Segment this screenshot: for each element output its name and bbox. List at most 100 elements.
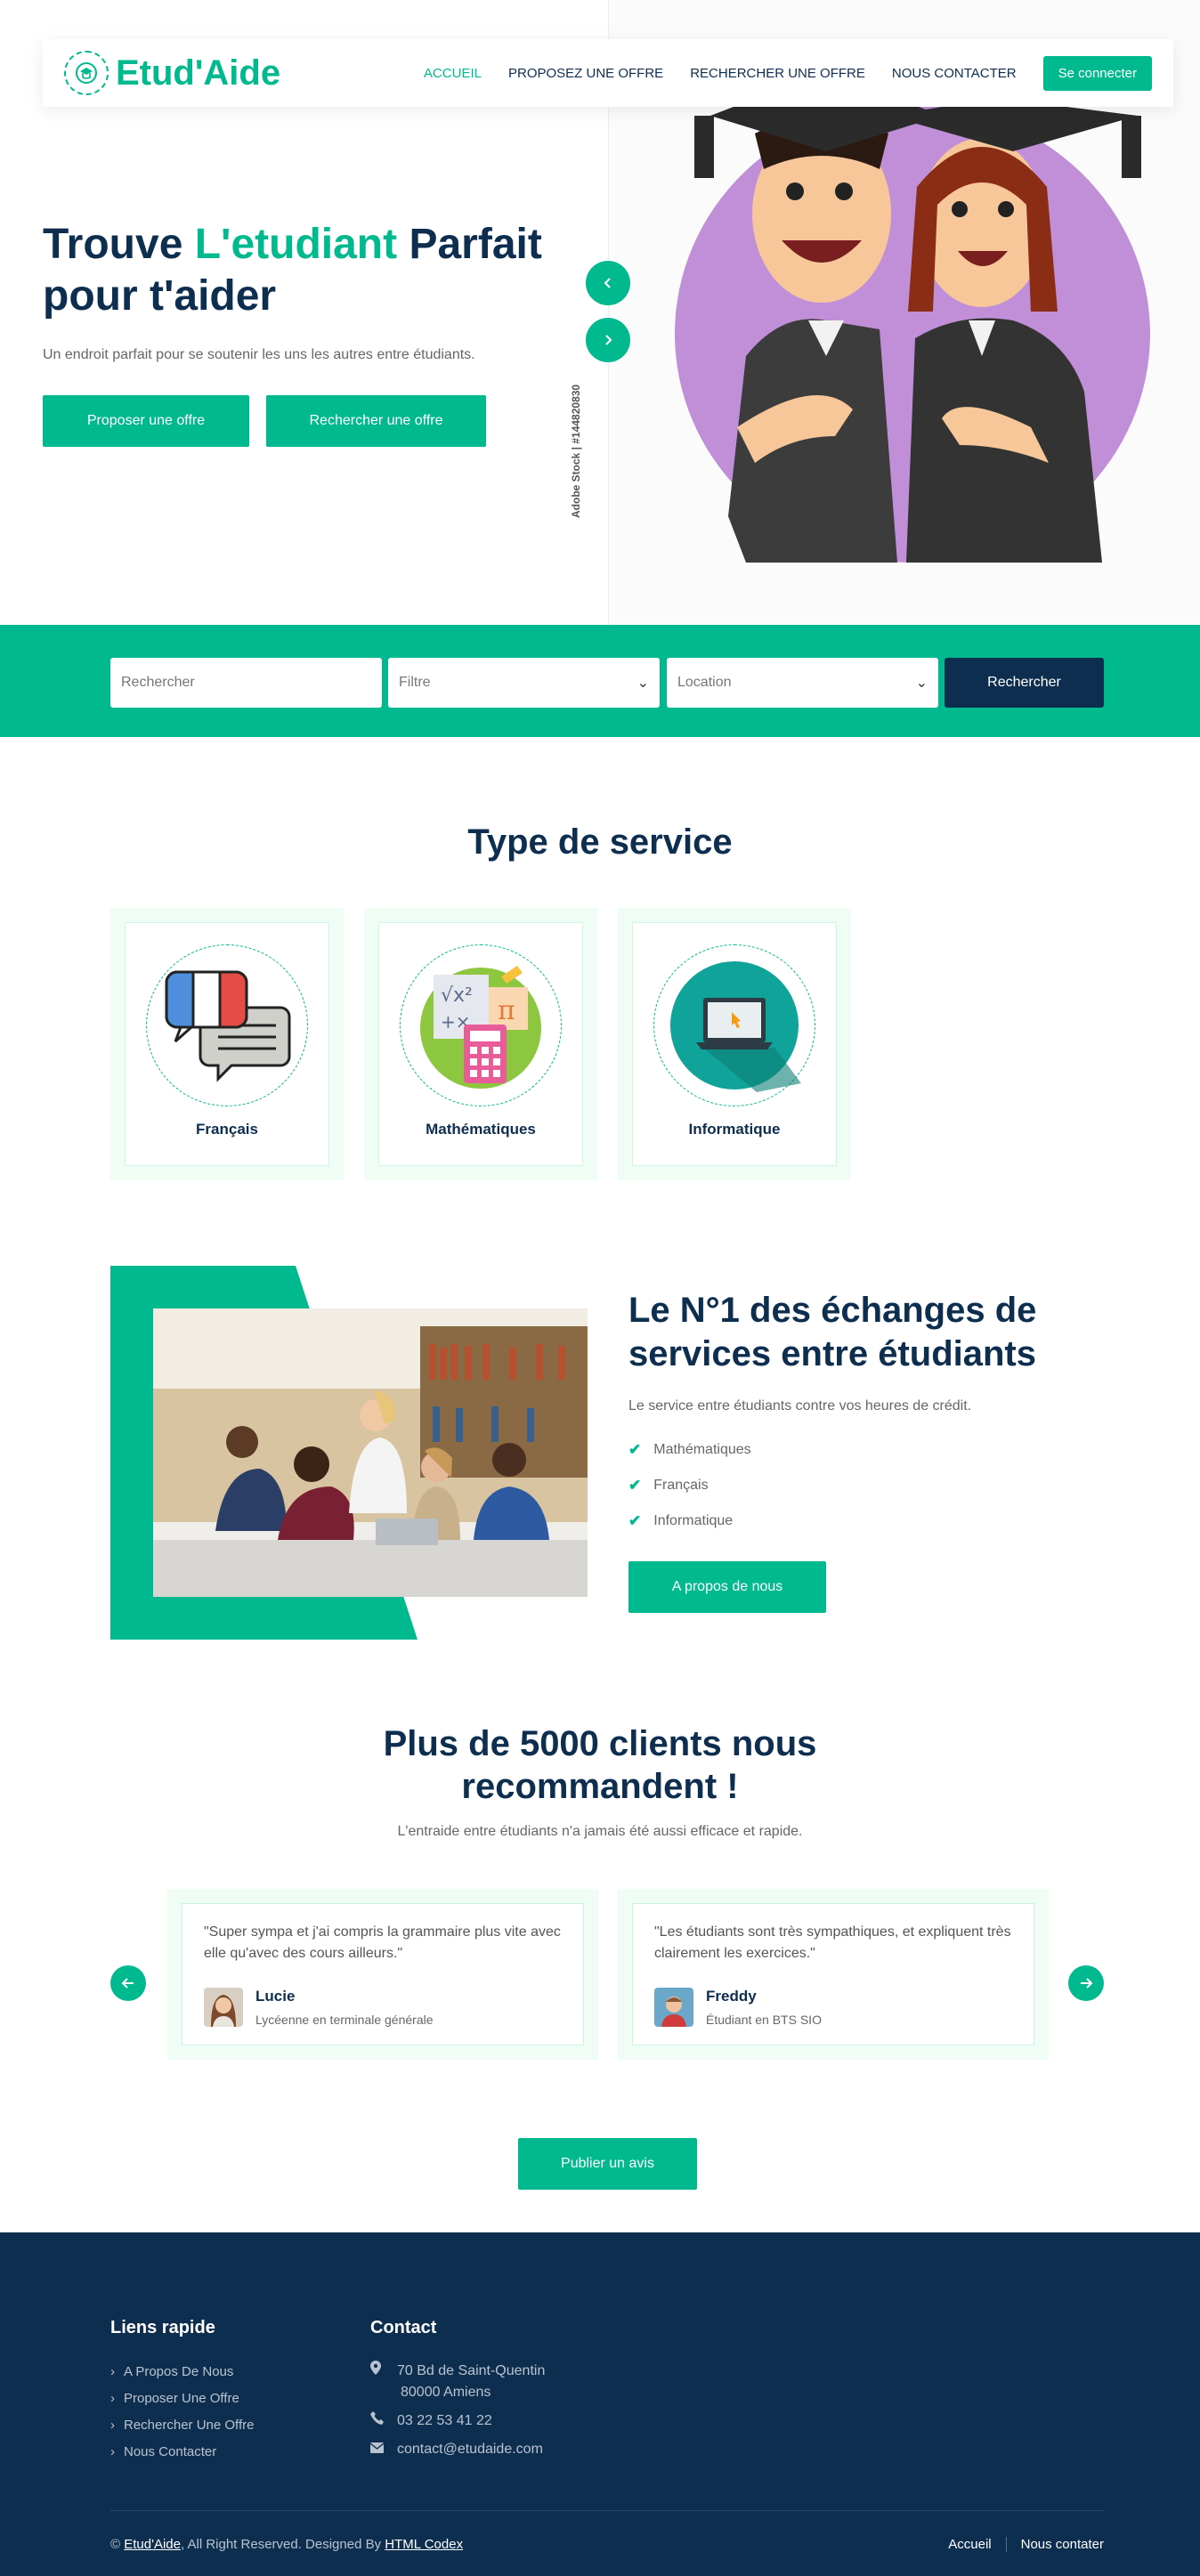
checklist-label: Français xyxy=(653,1478,709,1493)
testimonial-role: Étudiant en BTS SIO xyxy=(706,2013,822,2027)
chevron-down-icon: ⌄ xyxy=(915,676,928,691)
checklist-item: ✔ Informatique xyxy=(628,1512,733,1530)
footer-bottom-links: Accueil Nous contater xyxy=(934,2537,1104,2552)
footer-link-label: Proposer Une Offre xyxy=(124,2391,239,2406)
footer-link-about[interactable]: › A Propos De Nous xyxy=(110,2364,233,2379)
testimonial-role: Lycéenne en terminale générale xyxy=(255,2013,434,2027)
footer-divider xyxy=(110,2510,1104,2511)
chevron-down-icon: ⌄ xyxy=(636,676,649,691)
chevron-left-icon xyxy=(604,278,611,288)
chevron-right-icon xyxy=(605,335,612,345)
about-subtitle: Le service entre étudiants contre vos he… xyxy=(628,1398,972,1414)
testimonial-quote: "Les étudiants sont très sympathiques, e… xyxy=(654,1924,1011,1961)
svg-text:π: π xyxy=(498,995,515,1026)
testimonials-title-text: Plus de 5000 clients nous recommandent ! xyxy=(383,1724,817,1806)
footer-address-line2: 80000 Amiens xyxy=(401,2385,491,2400)
nav-links: ACCUEIL PROPOSEZ UNE OFFRE RECHERCHER UN… xyxy=(424,55,1152,91)
footer-link-search[interactable]: › Rechercher Une Offre xyxy=(110,2418,254,2433)
nav-link-contact[interactable]: NOUS CONTACTER xyxy=(892,66,1017,81)
testimonial-name: Freddy xyxy=(706,1988,757,2005)
carousel-next-button[interactable] xyxy=(586,318,630,362)
service-label: Informatique xyxy=(688,1121,781,1138)
chevron-right-icon: › xyxy=(110,2364,115,2379)
testimonial-card-inner: "Super sympa et j'ai compris la grammair… xyxy=(182,1903,584,2045)
service-card-inner: Informatique xyxy=(632,922,837,1166)
service-card-francais[interactable]: Français xyxy=(110,908,344,1180)
service-icon-ring xyxy=(146,944,308,1106)
arrow-left-icon xyxy=(121,1978,134,1989)
logo-text: Etud'Aide xyxy=(116,53,281,93)
students-photo xyxy=(153,1308,588,1597)
hero-subtitle: Un endroit parfait pour se soutenir les … xyxy=(43,347,475,362)
service-icon-ring: √x² +× π xyxy=(400,944,562,1106)
image-credit: Adobe Stock | #144820830 xyxy=(570,384,582,518)
hero-title-highlight: L'etudiant xyxy=(194,221,398,268)
carousel-prev-button[interactable] xyxy=(586,261,630,305)
about-title: Le N°1 des échanges de services entre ét… xyxy=(628,1291,1037,1373)
copyright: © Etud'Aide, All Right Reserved. Designe… xyxy=(110,2537,463,2552)
footer-bottom-link-contact[interactable]: Nous contater xyxy=(1005,2537,1104,2552)
testimonial-author: Lucie Lycéenne en terminale générale xyxy=(204,1988,434,2027)
testimonial-card: "Les étudiants sont très sympathiques, e… xyxy=(618,1889,1049,2060)
footer-contact-title: Contact xyxy=(370,2318,437,2337)
footer: Liens rapide › A Propos De Nous › Proposer… xyxy=(0,2232,1200,2576)
footer-link-propose[interactable]: › Proposer Une Offre xyxy=(110,2391,239,2406)
service-card-inner: Français xyxy=(125,922,329,1166)
check-icon: ✔ xyxy=(628,1477,642,1494)
chevron-right-icon: › xyxy=(110,2391,115,2406)
propose-offer-button[interactable]: Proposer une offre xyxy=(43,395,249,447)
testimonials-title: Plus de 5000 clients nous recommandent ! xyxy=(0,1722,1200,1808)
check-icon: ✔ xyxy=(628,1441,642,1458)
login-button[interactable]: Se connecter xyxy=(1042,55,1152,91)
nav-link-rechercher-offre[interactable]: RECHERCHER UNE OFFRE xyxy=(690,66,865,81)
about-us-button[interactable]: A propos de nous xyxy=(628,1561,826,1613)
checklist-label: Informatique xyxy=(653,1513,734,1528)
service-icon-ring xyxy=(653,944,815,1106)
service-card-informatique[interactable]: Informatique xyxy=(618,908,851,1180)
footer-link-label: Nous Contacter xyxy=(124,2444,217,2459)
envelope-icon xyxy=(369,2439,385,2460)
copyright-text: , All Right Reserved. Designed By xyxy=(180,2537,385,2552)
copyright-prefix: © xyxy=(110,2537,125,2552)
testimonial-card-inner: "Les étudiants sont très sympathiques, e… xyxy=(632,1903,1034,2045)
testimonials-subtitle: L'entraide entre étudiants n'a jamais ét… xyxy=(397,1824,803,1839)
nav-link-accueil[interactable]: ACCUEIL xyxy=(424,66,482,81)
footer-link-label: A Propos De Nous xyxy=(124,2364,234,2379)
avatar xyxy=(654,1988,693,2027)
hero-section: Adobe Stock | #144820830 Etud'Aide ACCUE… xyxy=(0,0,1200,625)
service-card-mathematiques[interactable]: √x² +× π Mathématiques xyxy=(364,908,597,1180)
publish-review-button[interactable]: Publier un avis xyxy=(518,2138,697,2190)
designer-link[interactable]: HTML Codex xyxy=(385,2537,463,2552)
footer-address: 70 Bd de Saint-Quentin 80000 Amiens xyxy=(370,2361,545,2403)
footer-link-label: Rechercher Une Offre xyxy=(124,2418,255,2433)
copyright-brand-link[interactable]: Etud'Aide xyxy=(124,2537,181,2552)
logo[interactable]: Etud'Aide xyxy=(64,51,280,95)
testimonial-next-button[interactable] xyxy=(1068,1965,1104,2001)
testimonial-prev-button[interactable] xyxy=(110,1965,146,2001)
nav-link-proposez-offre[interactable]: PROPOSEZ UNE OFFRE xyxy=(508,66,663,81)
service-label: Mathématiques xyxy=(426,1121,536,1138)
service-card-inner: √x² +× π Mathématiques xyxy=(378,922,583,1166)
search-offer-button[interactable]: Rechercher une offre xyxy=(266,395,486,447)
footer-link-contact[interactable]: › Nous Contacter xyxy=(110,2444,216,2459)
service-label: Français xyxy=(196,1121,258,1138)
checklist-label: Mathématiques xyxy=(653,1442,751,1457)
check-icon: ✔ xyxy=(628,1512,642,1529)
laptop-icon xyxy=(670,961,801,1092)
speech-bubbles-french-flag-icon xyxy=(165,970,291,1082)
filter-select[interactable]: Filtre ⌄ xyxy=(388,658,660,708)
footer-address-line1: 70 Bd de Saint-Quentin xyxy=(397,2363,546,2378)
search-input[interactable] xyxy=(110,658,382,708)
location-select-value: Location xyxy=(677,675,732,690)
testimonial-author: Freddy Étudiant en BTS SIO xyxy=(654,1988,822,2027)
services-title: Type de service xyxy=(467,822,733,862)
location-select[interactable]: Location ⌄ xyxy=(667,658,938,708)
footer-phone-text: 03 22 53 41 22 xyxy=(397,2413,492,2428)
avatar xyxy=(204,1988,243,2027)
footer-phone: 03 22 53 41 22 xyxy=(370,2410,492,2432)
footer-bottom-link-home[interactable]: Accueil xyxy=(934,2537,1005,2552)
search-button[interactable]: Rechercher xyxy=(945,658,1104,708)
arrow-right-icon xyxy=(1081,1978,1093,1989)
hero-title-part1: Trouve xyxy=(43,221,195,268)
footer-email-text[interactable]: contact@etudaide.com xyxy=(397,2439,543,2460)
